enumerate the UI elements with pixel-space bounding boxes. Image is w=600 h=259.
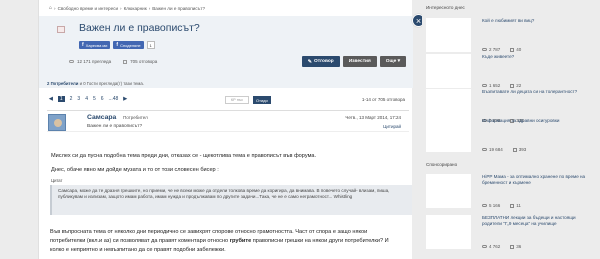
sponsored-article[interactable]: HiPP Мама - за оптимално хранене по врем…	[426, 170, 594, 212]
sidebar-article[interactable]: Информация за здравни осигуровки 19 684 3…	[426, 114, 594, 156]
views-count: 12 171 прегледа	[77, 59, 112, 64]
viewers-count[interactable]: 2 Потребители	[47, 81, 78, 86]
results-range: 1-14 от 705 отговора	[361, 97, 405, 102]
more-button[interactable]: Още ▾	[379, 56, 406, 67]
article-thumbnail[interactable]	[426, 215, 471, 249]
pagination-bar: ◀ 1 2 3 4 5 6 ...48 ▶ КР пъс Отиди 1-14 …	[39, 94, 413, 106]
notifications-button[interactable]: Известия	[342, 56, 377, 67]
sidebar-heading: Интересното днес	[426, 5, 465, 10]
article-title[interactable]: Възпитавате ли децата си на толерантност…	[482, 89, 592, 95]
article-title[interactable]: Къде живеете?	[482, 54, 592, 60]
article-title[interactable]: HiPP Мама - за оптимално хранене по врем…	[482, 174, 592, 186]
page-link[interactable]: 5	[93, 96, 96, 102]
article-thumbnail[interactable]	[426, 18, 471, 52]
breadcrumb-item[interactable]: Свободно време и интереси	[58, 6, 118, 11]
social-buttons: f Харесва ми f Споделяне 1	[79, 41, 155, 49]
page-title: Важен ли е правописът?	[79, 22, 200, 34]
author-role: Потребител	[123, 115, 148, 120]
go-button[interactable]: Отиди	[253, 96, 271, 104]
goto-page-input[interactable]: КР пъс	[225, 96, 249, 104]
thread-stats: 12 171 прегледа 705 отговора	[69, 59, 157, 64]
page-link[interactable]: 2	[70, 96, 73, 102]
thread-icon	[57, 26, 65, 33]
comment-icon	[510, 244, 515, 249]
post-paragraph: Във въпросната тема от няколко дни перио…	[50, 229, 389, 253]
replies-count: 705 отговора	[130, 59, 158, 64]
breadcrumb-item[interactable]: Важен ли е правописът?	[152, 6, 205, 11]
article-thumbnail[interactable]	[426, 174, 471, 208]
page-link[interactable]: ...48	[109, 96, 119, 102]
page-link[interactable]: 3	[77, 96, 80, 102]
viewers-info: 2 Потребители и 0 Гости прегледа(т) тази…	[47, 81, 144, 86]
eye-icon	[482, 245, 487, 249]
post-paragraph: Днес, обаче явно ми дойде музата и то от…	[51, 167, 219, 173]
quote-button[interactable]: Цитирай	[383, 124, 401, 129]
article-title[interactable]: БЕЗПЛАТНИ лекции за бъдещи и настоящи ро…	[482, 215, 592, 227]
reply-button[interactable]: ✎ Отговор	[301, 56, 340, 67]
prev-page-icon[interactable]: ◀	[49, 96, 53, 102]
post-subject: Важен ли е правописът?	[87, 124, 143, 129]
sidebar: Интересното днес Кой е любимият ви виц? …	[422, 0, 600, 259]
comment-icon	[123, 59, 128, 64]
pencil-icon: ✎	[307, 58, 312, 65]
breadcrumb-item[interactable]: Клюкарник	[124, 6, 147, 11]
page-link[interactable]: 6	[101, 96, 104, 102]
facebook-share-button[interactable]: f Споделяне	[113, 41, 144, 49]
chevron-down-icon: ▾	[396, 59, 400, 64]
facebook-like-button[interactable]: f Харесва ми	[79, 41, 111, 49]
comment-icon	[512, 147, 517, 152]
post-header: Самсара Потребител Важен ли е правописът…	[47, 110, 409, 132]
article-thumbnail[interactable]	[426, 118, 471, 152]
article-title[interactable]: Кой е любимият ви виц?	[482, 18, 592, 24]
sidebar-heading: Спонсорирано	[426, 162, 458, 167]
page-link[interactable]: 1	[57, 96, 65, 102]
breadcrumb: ⌂ › Свободно време и интереси › Клюкарни…	[49, 5, 206, 11]
post-paragraph: Мислех си да пусна подобна тема преди дн…	[51, 153, 317, 159]
facebook-icon: f	[82, 42, 84, 48]
thread-actions: ✎ Отговор Известия Още ▾	[301, 56, 406, 67]
quote-block: Самсара, може да те дразня грешките, но …	[50, 185, 412, 215]
home-icon[interactable]: ⌂	[49, 5, 52, 11]
eye-icon	[482, 148, 487, 152]
main-content: ⌂ › Свободно време и интереси › Клюкарни…	[38, 0, 413, 259]
article-thumbnail[interactable]	[426, 54, 471, 88]
eye-icon	[482, 204, 487, 208]
sponsored-article[interactable]: БЕЗПЛАТНИ лекции за бъдещи и настоящи ро…	[426, 211, 594, 253]
eye-icon	[69, 60, 74, 64]
post-date: Четв., 13 Март 2014, 17:24	[345, 115, 401, 120]
page-link[interactable]: 4	[85, 96, 88, 102]
share-count: 1	[146, 41, 155, 49]
quote-label: Цитат	[51, 178, 63, 183]
pagination: ◀ 1 2 3 4 5 6 ...48 ▶	[49, 96, 127, 102]
next-page-icon[interactable]: ▶	[123, 96, 127, 102]
avatar[interactable]	[48, 114, 66, 131]
article-title[interactable]: Информация за здравни осигуровки	[482, 118, 592, 124]
comment-icon	[510, 203, 515, 208]
facebook-icon: f	[116, 42, 119, 48]
post-author[interactable]: Самсара	[87, 114, 116, 121]
